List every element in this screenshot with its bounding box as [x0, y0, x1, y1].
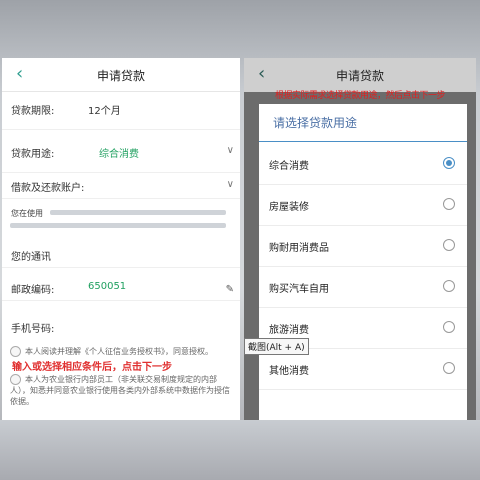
loan-purpose-value: 综合消费 [99, 149, 139, 160]
chevron-down-icon: ∨ [226, 179, 234, 190]
phone-row[interactable]: 手机号码: [2, 320, 240, 340]
loan-purpose-label: 贷款用途: [11, 149, 55, 160]
postcode-value: 650051 [88, 281, 127, 292]
hint-text: 根据实际需求选择贷款用途，然后点击下一步 [274, 91, 446, 101]
screenshot-tooltip: 截图(Alt + A) [244, 338, 309, 355]
notice-text: 输入或选择相应条件后，点击下一步 [12, 362, 172, 373]
radio-icon[interactable] [443, 280, 455, 292]
option-item[interactable]: 购耐用消费品 [259, 226, 467, 267]
account-label: 借款及还款账户: [11, 183, 85, 194]
phone-label: 手机号码: [11, 324, 55, 335]
option-item[interactable]: 综合消费 [259, 144, 467, 185]
page-title: 申请贷款 [335, 69, 384, 83]
option-label: 购买汽车自用 [269, 284, 329, 295]
checkbox-icon[interactable] [10, 374, 21, 385]
blurred-text [10, 223, 226, 228]
dialog-title: 请选择贷款用途 [259, 104, 467, 142]
option-item[interactable]: 房屋装修 [259, 185, 467, 226]
blurred-text [50, 210, 226, 215]
header: ‹ 申请贷款 [2, 58, 240, 92]
info-text: 您在使用 [11, 209, 43, 218]
consent-employee-text: 本人为农业银行内部员工（非关联交易制度规定的内部人），知悉并同意农业银行使用各类… [10, 375, 230, 406]
consent-employee[interactable]: 本人为农业银行内部员工（非关联交易制度规定的内部人），知悉并同意农业银行使用各类… [10, 374, 235, 407]
bottom-frame [0, 420, 480, 480]
page-title: 申请贷款 [96, 69, 145, 83]
option-label: 购耐用消费品 [269, 243, 329, 254]
loan-term-label: 贷款期限: [11, 106, 55, 117]
option-label: 其他消费 [269, 366, 309, 377]
option-item[interactable]: 其他消费 [259, 349, 467, 390]
radio-icon[interactable] [443, 362, 455, 374]
consent-credit[interactable]: 本人阅读并理解《个人征信业务授权书》，同意授权。 [10, 346, 235, 357]
radio-icon[interactable] [443, 321, 455, 333]
checkbox-icon[interactable] [10, 346, 21, 357]
option-label: 综合消费 [269, 161, 309, 172]
loan-purpose-row[interactable]: 贷款用途: 综合消费 ∨ [2, 145, 240, 173]
radio-icon[interactable] [443, 198, 455, 210]
purpose-select-screen: ‹ 申请贷款 根据实际需求选择贷款用途，然后点击下一步 请选择贷款用途 综合消费… [244, 58, 476, 420]
radio-icon[interactable] [443, 239, 455, 251]
contact-label: 您的通讯 [11, 252, 51, 263]
option-label: 旅游消费 [269, 325, 309, 336]
option-label: 房屋装修 [269, 202, 309, 213]
purpose-dialog: 请选择贷款用途 综合消费 房屋装修 购耐用消费品 购买汽车自用 旅游消费 其他消… [259, 104, 467, 420]
option-item[interactable]: 购买汽车自用 [259, 267, 467, 308]
loan-term-row[interactable]: 贷款期限: 12个月 [2, 102, 240, 130]
account-row[interactable]: 借款及还款账户: ∨ [2, 179, 240, 199]
radio-selected-icon[interactable] [443, 157, 455, 169]
chevron-down-icon: ∨ [226, 145, 234, 156]
header: ‹ 申请贷款 [244, 58, 476, 92]
loan-form-screen: ‹ 申请贷款 贷款期限: 12个月 贷款用途: 综合消费 ∨ 借款及还款账户: … [2, 58, 240, 420]
loan-term-value: 12个月 [88, 106, 121, 117]
consent-credit-text: 本人阅读并理解《个人征信业务授权书》，同意授权。 [25, 347, 213, 356]
postcode-row[interactable]: 邮政编码: 650051 [2, 281, 240, 301]
postcode-label: 邮政编码: [11, 285, 55, 296]
contact-row[interactable]: 您的通讯 [2, 248, 240, 268]
